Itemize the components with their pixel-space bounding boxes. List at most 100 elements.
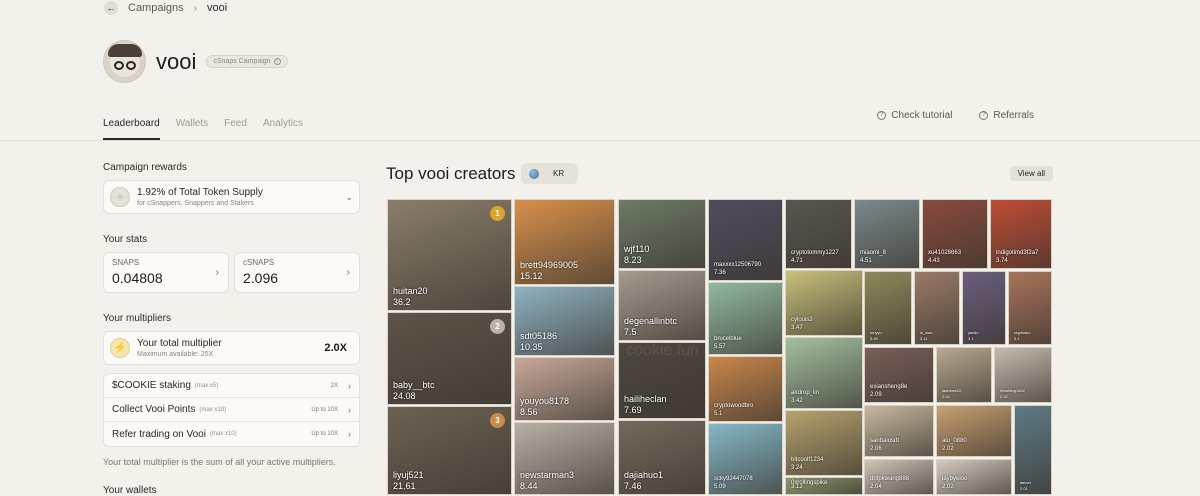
- creator-score: 2.04: [870, 484, 882, 490]
- creator-tile[interactable]: alu_0880 2.02: [936, 405, 1012, 457]
- creator-name: newstarman3: [520, 470, 575, 480]
- creator-tile[interactable]: dnfpkwang888 2.04: [864, 459, 934, 495]
- creator-score: 2.06: [870, 446, 882, 452]
- creator-tile[interactable]: brett94969005 15.12: [514, 199, 615, 285]
- row-label: $COOKIE staking: [112, 380, 191, 391]
- creator-tile[interactable]: newstarman3 8.44: [514, 422, 615, 495]
- creator-score: 4.71: [791, 258, 803, 264]
- creator-tile[interactable]: baby__btc 24.08 2: [387, 312, 512, 405]
- campaign-rewards-card[interactable]: ○ 1.92% of Total Token Supply for cSnapp…: [103, 180, 360, 214]
- stats-section-title: Your stats: [103, 234, 148, 245]
- creator-tile[interactable]: miaomi_8 4.51: [854, 199, 920, 269]
- row-label: Collect Vooi Points: [112, 404, 196, 415]
- rank-badge: 1: [490, 206, 505, 221]
- rewards-section-title: Campaign rewards: [103, 162, 187, 173]
- creator-tile[interactable]: liyuj521 21.61 3: [387, 406, 512, 495]
- token-icon: ○: [110, 187, 130, 207]
- chevron-down-icon[interactable]: ⌄: [345, 192, 353, 203]
- tab-analytics[interactable]: Analytics: [263, 118, 303, 140]
- creator-tile[interactable]: laybyeloo 2.02: [936, 459, 1012, 495]
- tab-feed[interactable]: Feed: [224, 118, 247, 140]
- creator-tile[interactable]: cryptowoodbro 5.1: [708, 356, 783, 422]
- creator-tile[interactable]: cylouis2 3.47: [785, 270, 863, 336]
- creator-tile[interactable]: airdrop_lin 3.42: [785, 337, 863, 409]
- creator-tile[interactable]: sdt05186 10.35: [514, 286, 615, 356]
- creator-score: 8.44: [520, 481, 538, 491]
- creator-name: maxxxx12506790: [714, 262, 762, 268]
- multiplier-row-refer-trading[interactable]: Refer trading on Vooi (max x10) Up to 10…: [104, 422, 359, 446]
- chevron-right-icon: ›: [348, 404, 351, 415]
- total-multiplier-card: ⚡ Your total multiplier Maximum availabl…: [103, 331, 360, 365]
- tab-bar: Leaderboard Wallets Feed Analytics: [103, 118, 303, 140]
- row-value: Up to 10X: [311, 406, 338, 413]
- creator-name: laobloek20: [942, 388, 962, 393]
- creator-tile[interactable]: 0xrollingspike 3.12: [785, 477, 863, 495]
- campaign-badge[interactable]: cSnaps Campaign i: [206, 55, 288, 68]
- creator-tile[interactable]: brucelblue 5.57: [708, 282, 783, 355]
- creator-tile[interactable]: degenallinbtc 7.5: [618, 270, 706, 341]
- row-value: Up to 10X: [311, 431, 338, 437]
- creator-tile[interactable]: xu41028663 4.43: [922, 199, 988, 269]
- creator-score: 3.42: [791, 398, 803, 404]
- creator-name: liyuj521: [393, 470, 424, 480]
- creator-tile[interactable]: missfang1802 2.02: [994, 347, 1052, 403]
- tab-leaderboard[interactable]: Leaderboard: [103, 118, 160, 140]
- multiplier-row-cookie-staking[interactable]: $COOKIE staking (max x5) 2X ›: [104, 374, 359, 398]
- creator-tile[interactable]: cryptofun 3.1: [1008, 271, 1052, 345]
- check-tutorial-link[interactable]: ? Check tutorial: [877, 110, 952, 121]
- creator-tile[interactable]: sanbaiusdt 2.06: [864, 405, 934, 457]
- creator-name: baby__btc: [393, 380, 435, 390]
- creator-tile[interactable]: bitcoolf1234 3.24: [785, 410, 863, 476]
- tab-wallets[interactable]: Wallets: [176, 118, 208, 140]
- creator-score: 24.08: [393, 391, 416, 401]
- creator-name: brett94969005: [520, 260, 579, 270]
- total-multiplier-label: Your total multiplier: [137, 338, 222, 349]
- creator-name: dajiahuo1: [624, 470, 664, 480]
- creator-name: scky92447078: [714, 476, 753, 482]
- creator-score: 2.02: [942, 446, 954, 452]
- breadcrumb: ← Campaigns › vooi: [104, 0, 227, 16]
- creator-tile[interactable]: exiansheng8e 2.09: [864, 347, 934, 403]
- creator-score: 3.47: [791, 325, 803, 331]
- creator-score: 2.04: [942, 394, 950, 399]
- snaps-value: 0.04808: [112, 270, 163, 286]
- creator-tile[interactable]: wjf110 8.23: [618, 199, 706, 269]
- header-divider: [0, 140, 1200, 141]
- creator-name: cryptowoodbro: [714, 403, 754, 409]
- snaps-card[interactable]: SNAPS 0.04808 ›: [103, 252, 229, 293]
- creator-name: brucelblue: [714, 336, 742, 342]
- creator-tile[interactable]: huitan20 36.2 1: [387, 199, 512, 311]
- row-tag: (max x5): [194, 382, 219, 389]
- creator-tile[interactable]: youyou8178 8.56: [514, 357, 615, 421]
- csnaps-value: 2.096: [243, 270, 279, 286]
- creator-tile[interactable]: maxxxx12506790 7.36: [708, 199, 783, 281]
- creator-name: youyou8178: [520, 396, 570, 406]
- language-selector[interactable]: KR: [521, 163, 578, 184]
- csnaps-card[interactable]: cSNAPS 2.096 ›: [234, 252, 360, 293]
- creator-tile[interactable]: yanlin 3.1: [962, 271, 1006, 345]
- multiplier-row-vooi-points[interactable]: Collect Vooi Points (max x10) Up to 10X …: [104, 398, 359, 422]
- creator-name: sdt05186: [520, 331, 558, 341]
- campaign-avatar: [103, 40, 146, 83]
- view-all-button[interactable]: View all: [1009, 166, 1053, 181]
- creator-tile[interactable]: cryptotommy1227 4.71: [785, 199, 852, 269]
- chevron-right-icon: ›: [215, 267, 219, 278]
- creator-score: 15.12: [520, 271, 543, 281]
- breadcrumb-campaigns[interactable]: Campaigns: [128, 2, 184, 14]
- creator-tile[interactable]: laobloek20 2.04: [936, 347, 992, 403]
- chevron-right-icon: ›: [193, 2, 197, 14]
- creator-name: sanbaiusdt: [870, 438, 900, 444]
- creator-tile[interactable]: w_clan 3.11: [914, 271, 960, 345]
- creator-tile[interactable]: scky92447078 5.09: [708, 423, 783, 495]
- creator-score: 5.57: [714, 344, 726, 350]
- arrow-left-icon[interactable]: ←: [104, 1, 118, 15]
- creator-tile[interactable]: lancet 2.01: [1014, 405, 1052, 495]
- tutorial-label: Check tutorial: [891, 110, 953, 121]
- creator-tile[interactable]: tonyyu 3.45: [864, 271, 912, 345]
- creator-name: yanlin: [968, 330, 979, 335]
- referrals-link[interactable]: ? Referrals: [979, 110, 1034, 121]
- creator-tile[interactable]: dajiahuo1 7.46: [618, 420, 706, 495]
- rank-badge: 3: [490, 413, 505, 428]
- creator-tile[interactable]: indigotimd3f2a7 3.74: [990, 199, 1052, 269]
- lightning-icon: ⚡: [110, 338, 130, 358]
